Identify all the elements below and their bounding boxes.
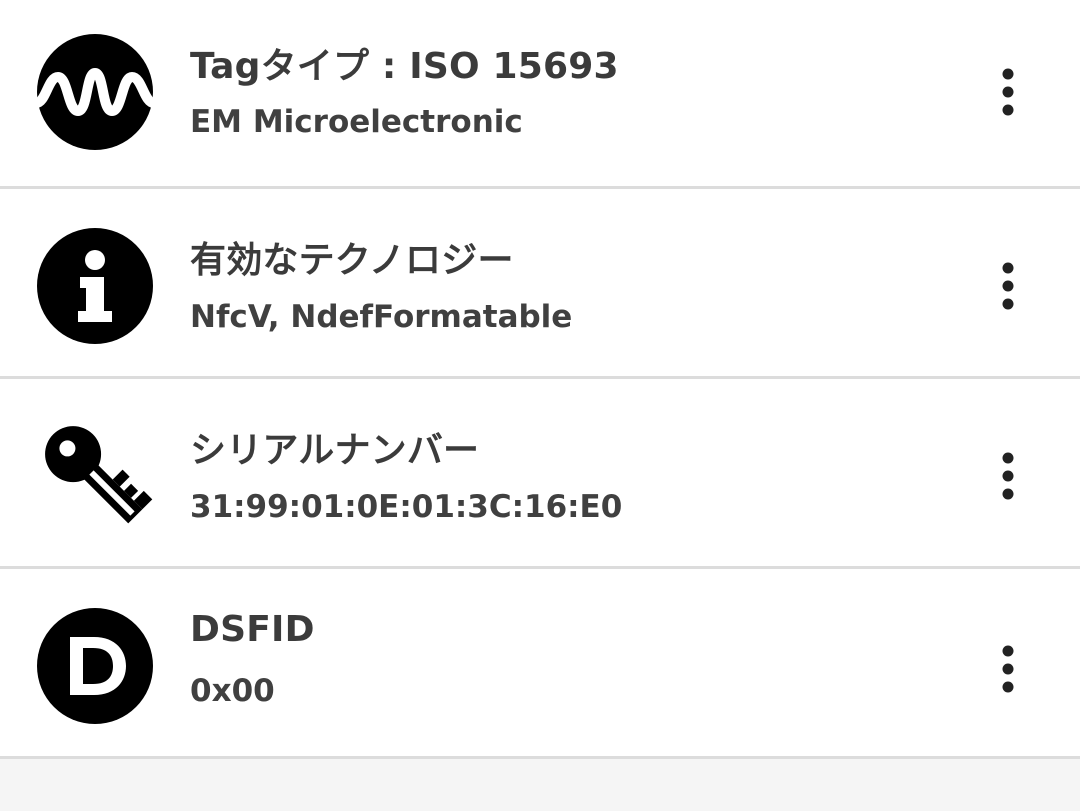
nfc-wave-icon xyxy=(36,33,154,151)
item-subtitle: EM Microelectronic xyxy=(190,104,523,140)
list-item-serial-number[interactable]: シリアルナンバー 31:99:01:0E:01:3C:16:E0 xyxy=(0,379,1080,569)
list-item-tag-type[interactable]: Tagタイプ : ISO 15693 EM Microelectronic xyxy=(0,0,1080,189)
item-title: Tagタイプ : ISO 15693 xyxy=(190,46,619,87)
tag-info-list: Tagタイプ : ISO 15693 EM Microelectronic 有効… xyxy=(0,0,1080,759)
overflow-menu-icon[interactable] xyxy=(988,641,1028,697)
overflow-menu-icon[interactable] xyxy=(988,448,1028,504)
item-title: シリアルナンバー xyxy=(190,430,480,471)
item-title: 有効なテクノロジー xyxy=(190,240,514,281)
letter-d-icon xyxy=(36,607,154,725)
item-title: DSFID xyxy=(190,609,315,650)
item-subtitle: 0x00 xyxy=(190,673,275,709)
item-subtitle: NfcV, NdefFormatable xyxy=(190,299,573,335)
info-icon xyxy=(36,227,154,345)
list-item-technologies[interactable]: 有効なテクノロジー NfcV, NdefFormatable xyxy=(0,189,1080,379)
item-subtitle: 31:99:01:0E:01:3C:16:E0 xyxy=(190,489,623,525)
overflow-menu-icon[interactable] xyxy=(988,64,1028,120)
key-icon xyxy=(36,417,154,535)
list-item-dsfid[interactable]: DSFID 0x00 xyxy=(0,569,1080,759)
overflow-menu-icon[interactable] xyxy=(988,258,1028,314)
